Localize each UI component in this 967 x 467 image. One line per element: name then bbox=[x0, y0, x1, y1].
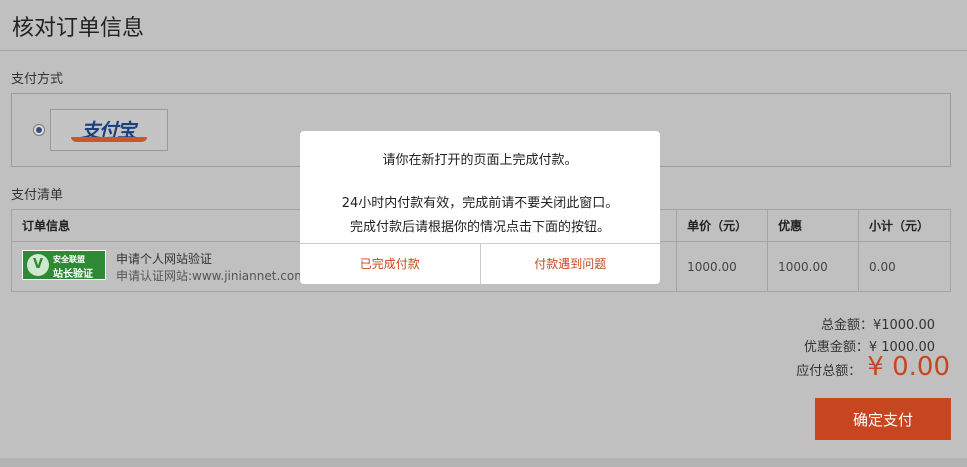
header-discount: 优惠 bbox=[767, 209, 860, 242]
payment-done-button[interactable]: 已完成付款 bbox=[300, 244, 481, 284]
alipay-logo[interactable]: 支付宝 bbox=[50, 109, 168, 151]
payable-amount: 应付总额： ¥ 0.00 bbox=[796, 352, 950, 382]
security-badge: V 安全联盟 站长验证 bbox=[22, 250, 106, 280]
payable-value: ¥ 0.00 bbox=[867, 352, 950, 382]
payment-method-label: 支付方式 bbox=[11, 72, 64, 87]
alipay-radio[interactable] bbox=[33, 124, 45, 136]
page-title: 核对订单信息 bbox=[12, 16, 145, 41]
item-name: 申请个人网站验证 bbox=[116, 252, 213, 266]
subtotal-cell: 0.00 bbox=[858, 241, 951, 292]
header-subtotal: 小计（元） bbox=[858, 209, 951, 242]
payment-problem-button[interactable]: 付款遇到问题 bbox=[481, 244, 661, 284]
item-description: 申请认证网站:www.jiniannet.com bbox=[116, 269, 306, 283]
unit-price-cell: 1000.00 bbox=[676, 241, 769, 292]
modal-actions: 已完成付款 付款遇到问题 bbox=[300, 243, 660, 284]
modal-message: 请你在新打开的页面上完成付款。 bbox=[382, 153, 578, 168]
title-divider bbox=[0, 50, 967, 51]
discount-cell: 1000.00 bbox=[767, 241, 860, 292]
payment-modal: 请你在新打开的页面上完成付款。 24小时内付款有效，完成前请不要关闭此窗口。 完… bbox=[300, 131, 660, 284]
total-value: ¥1000.00 bbox=[872, 318, 935, 333]
badge-line1: 安全联盟 bbox=[53, 255, 85, 264]
alipay-swoosh-icon bbox=[71, 137, 147, 142]
confirm-payment-button[interactable]: 确定支付 bbox=[815, 398, 951, 440]
header-unit-price: 单价（元） bbox=[676, 209, 769, 242]
total-label: 总金额： bbox=[820, 318, 873, 333]
modal-instruction: 完成付款后请根据你的情况点击下面的按钮。 bbox=[349, 220, 610, 235]
total-amount: 总金额：¥1000.00 bbox=[821, 314, 935, 333]
order-list-label: 支付清单 bbox=[11, 188, 64, 203]
badge-line2: 站长验证 bbox=[53, 269, 93, 280]
bottom-strip bbox=[0, 458, 967, 467]
payable-label: 应付总额： bbox=[796, 364, 862, 379]
modal-notice: 24小时内付款有效，完成前请不要关闭此窗口。 bbox=[341, 196, 619, 211]
shield-icon: V bbox=[27, 254, 49, 276]
